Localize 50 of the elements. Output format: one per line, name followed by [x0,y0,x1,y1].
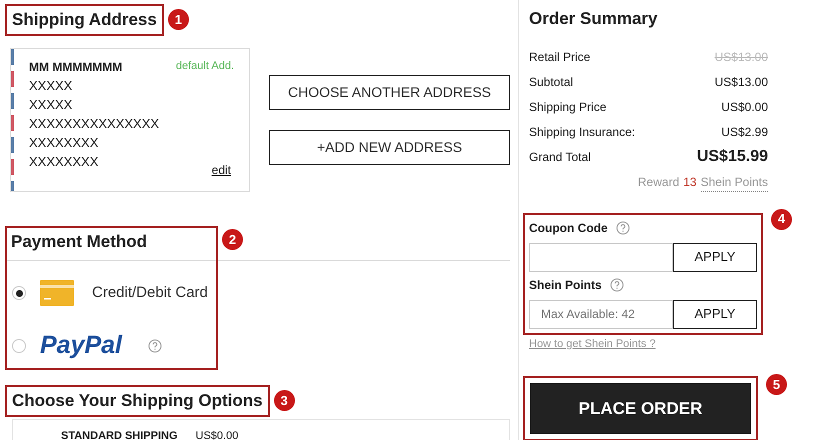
apply-button[interactable]: APPLY [673,242,757,272]
address-line: XXXXXXXX [29,134,98,152]
paypal-logo: PayPal [40,330,122,362]
help-icon[interactable] [616,220,630,234]
address-card[interactable]: MM MMMMMMM default Add. XXXXX XXXXX XXXXXXXXXXXXXXX XXXXXXXX XXXXXXXX edit [10,48,250,192]
summary-label: Shipping Insurance: [529,124,636,141]
shipping-option-name: STANDARD SHIPPING [61,428,178,440]
recipient-name: MM MMMMMMM [29,58,122,76]
address-button[interactable]: CHOOSE ANOTHER ADDRESS [269,74,510,110]
summary-value: US$13.00 [714,74,768,91]
place-order-button[interactable]: PLACE ORDER [530,383,751,434]
section-title: Shipping Address [5,4,164,36]
payment-label: Credit/Debit Card [92,282,208,303]
summary-label: Retail Price [529,49,590,66]
shipping-option-price: US$0.00 [196,428,238,440]
address-line: XXXXX [29,96,72,114]
callout-number: 3 [274,390,295,412]
field-label: Shein Points [529,276,602,294]
help-icon[interactable] [610,278,624,292]
credit-card-icon [40,280,74,306]
annotation-frame[interactable]: Coupon Code APPLY Shein Points Max Available: 42 APPLY [523,212,763,334]
callout-number: 2 [222,229,243,250]
summary-label: Subtotal [529,74,574,91]
reward-points: 13 [683,174,697,191]
input-field[interactable]: Max Available: 42 [529,300,673,328]
section-title: Payment Method [10,230,148,252]
callout-number: 5 [766,374,787,395]
address-line: XXXXXXXX [29,152,98,170]
summary-value: US$13.00 [714,49,768,66]
radio-button[interactable] [12,286,26,300]
address-button[interactable]: +ADD NEW ADDRESS [269,130,510,164]
help-icon[interactable] [148,339,162,353]
callout-number: 1 [168,9,189,30]
summary-label: Grand Total [529,149,591,166]
radio-button[interactable] [12,339,26,353]
field-label: Coupon Code [529,220,608,236]
callout-number: 4 [771,208,792,230]
address-line: XXXXXXXXXXXXXXX [29,114,160,132]
address-line: XXXXX [29,76,72,94]
default-label: default Add. [176,58,234,74]
apply-button[interactable]: APPLY [673,300,757,328]
summary-value: US$15.99 [696,147,768,167]
input-field[interactable] [529,242,673,272]
summary-value: US$2.99 [721,124,768,141]
section-title: Order Summary [529,8,658,30]
reward-text: Reward [638,174,680,191]
section-title: Choose Your Shipping Options [5,385,270,416]
summary-label: Shipping Price [529,99,606,116]
edit-link[interactable]: edit [212,160,231,178]
summary-value: US$0.00 [721,99,768,116]
